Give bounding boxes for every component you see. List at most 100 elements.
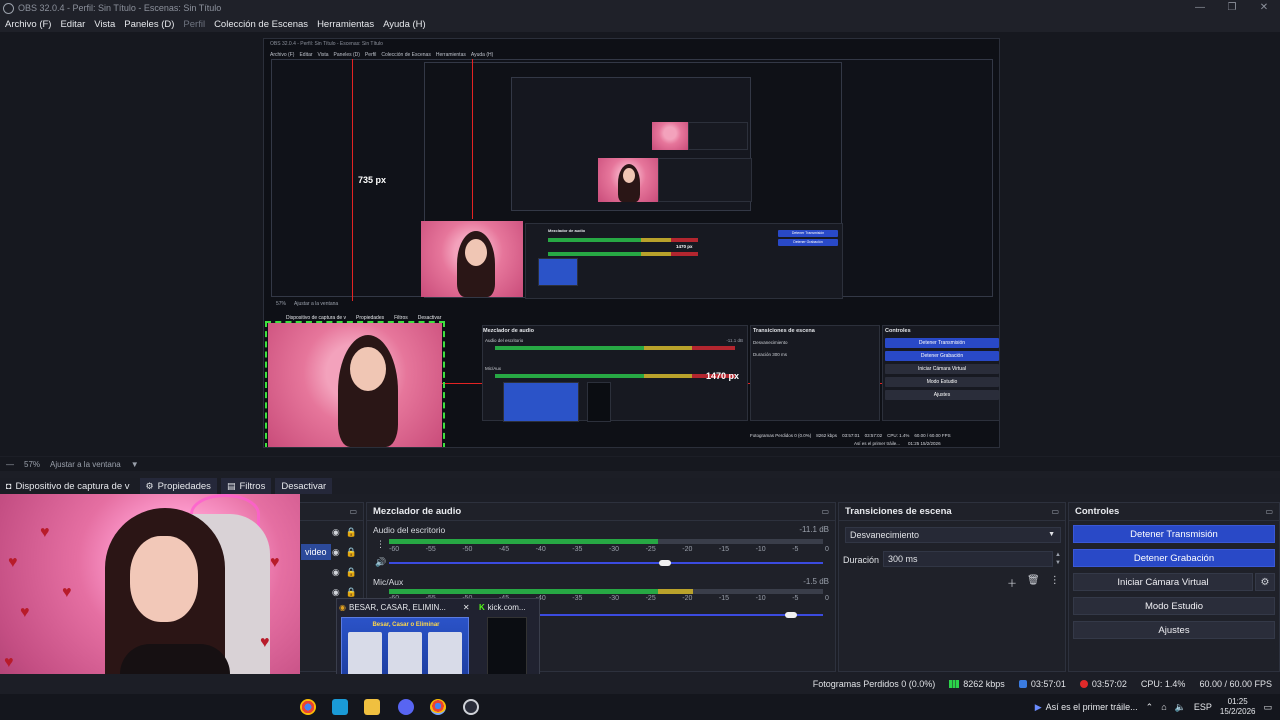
guide-line-vertical (352, 59, 353, 301)
close-icon[interactable]: ✕ (463, 603, 470, 612)
network-icon[interactable]: ⌂ (1161, 702, 1166, 712)
app-icon[interactable] (332, 699, 348, 715)
maximize-button[interactable]: ❐ (1216, 0, 1248, 16)
menu-coleccion-escenas[interactable]: Colección de Escenas (214, 19, 308, 30)
close-button[interactable]: ✕ (1248, 0, 1280, 16)
lock-icon[interactable]: 🔒 (346, 527, 357, 538)
nested-duration-label: Duración (753, 352, 772, 357)
volume-slider-desktop[interactable] (389, 562, 823, 564)
nested-fit: Ajustar a la ventana (294, 301, 339, 307)
volume-knob-mic[interactable] (785, 612, 797, 618)
volume-knob-desktop[interactable] (659, 560, 671, 566)
volume-icon[interactable]: 🔈 (1175, 702, 1186, 713)
virtual-camera-button[interactable]: Iniciar Cámara Virtual (1073, 573, 1253, 591)
menu-editar[interactable]: Editar (60, 19, 85, 30)
eye-icon[interactable]: ◉ (332, 547, 340, 558)
controls-title: Controles (1075, 506, 1120, 517)
source-chip-video[interactable]: video (301, 544, 331, 560)
scale-tick: -30 (608, 595, 620, 602)
source-row-4[interactable]: ◉ 🔒 (332, 587, 357, 598)
menu-paneles[interactable]: Paneles (D) (124, 19, 174, 30)
eye-icon[interactable]: ◉ (332, 567, 340, 578)
nested-panels-level4 (688, 122, 748, 150)
lock-icon[interactable]: 🔒 (346, 567, 357, 578)
news-widget[interactable]: ▶ Así es el primer tráile... (1035, 702, 1138, 713)
source-toolbar: ◘ Dispositivo de captura de v ⚙ Propieda… (0, 478, 1280, 494)
trash-icon[interactable]: 🗑 (1027, 575, 1040, 590)
duration-input[interactable]: 300 ms (883, 551, 1053, 567)
chevron-up-icon[interactable]: ⌃ (1146, 702, 1154, 713)
clock[interactable]: 01:25 15/2/2026 (1220, 697, 1256, 717)
nested-webcam-level4 (652, 122, 688, 150)
scale-tick: -60 (389, 546, 400, 553)
nested-mixer-title: Mezclador de audio (483, 328, 535, 334)
scale-tick: -5 (792, 546, 799, 553)
scale-tick: -45 (498, 546, 510, 553)
nested-desktop-db: -11.1 dB (726, 338, 743, 343)
properties-button[interactable]: ⚙ Propiedades (139, 478, 217, 494)
folder-icon[interactable] (364, 699, 380, 715)
preview-canvas[interactable]: OBS 32.0.4 - Perfil: Sin Título - Escena… (263, 38, 1000, 448)
px-label-735: 735 px (358, 175, 387, 185)
selected-source[interactable]: ◘ Dispositivo de captura de v (0, 478, 136, 494)
menu-herramientas[interactable]: Herramientas (317, 19, 374, 30)
stop-stream-button[interactable]: Detener Transmisión (1073, 525, 1275, 543)
menu-ayuda[interactable]: Ayuda (H) (383, 19, 426, 30)
fit-window-button[interactable]: Ajustar a la ventana (50, 460, 121, 469)
minimize-button[interactable]: — (1184, 0, 1216, 16)
language-indicator[interactable]: ESP (1194, 702, 1212, 712)
deactivate-button[interactable]: Desactivar (275, 478, 333, 494)
add-icon[interactable]: ＋ (1007, 575, 1017, 590)
undock-icon[interactable]: ▭ (349, 507, 357, 516)
undock-icon[interactable]: ▭ (821, 507, 829, 516)
undock-icon[interactable]: ▭ (1265, 507, 1273, 516)
eye-icon[interactable]: ◉ (332, 587, 340, 598)
nested-menu-item: Paneles (D) (333, 52, 360, 58)
filters-label: Filtros (239, 480, 266, 492)
chevron-down-icon[interactable]: ▼ (131, 460, 139, 469)
source-row-1[interactable]: ◉ 🔒 (332, 527, 357, 538)
nested-fps: 60.00 / 60.00 FPS (914, 433, 951, 438)
obs-icon[interactable] (463, 699, 479, 715)
chrome-alt-icon[interactable] (430, 699, 446, 715)
more-vertical-icon[interactable]: ⋮ (1050, 575, 1060, 590)
scale-tick: -25 (645, 595, 656, 602)
obs-logo-icon (3, 2, 14, 14)
transition-select[interactable]: Desvanecimiento ▼ (845, 527, 1061, 543)
selection-outline[interactable] (265, 321, 445, 447)
scale-tick: -20 (682, 546, 693, 553)
window-controls: — ❐ ✕ (1184, 0, 1280, 16)
source-row-2[interactable]: ◉ 🔒 (332, 547, 357, 558)
lock-icon[interactable]: 🔒 (346, 547, 357, 558)
source-row-3[interactable]: ◉ 🔒 (332, 567, 357, 578)
speaker-icon[interactable]: 🔊 (375, 557, 386, 568)
chrome-icon[interactable] (300, 699, 316, 715)
stop-recording-button[interactable]: Detener Grabación (1073, 549, 1275, 567)
streamer-face (130, 536, 198, 622)
discord-icon[interactable] (398, 699, 414, 715)
menu-archivo[interactable]: Archivo (F) (5, 19, 51, 30)
menu-vista[interactable]: Vista (94, 19, 115, 30)
zoom-minus-icon[interactable]: — (6, 460, 14, 469)
filters-button[interactable]: ▤ Filtros (220, 478, 272, 494)
eye-icon[interactable]: ◉ (332, 527, 340, 538)
thumb-tab-1[interactable]: ◉ BESAR, CASAR, ELIMIN... ✕ (339, 599, 470, 615)
scale-tick: -35 (572, 546, 583, 553)
undock-icon[interactable]: ▭ (1051, 507, 1059, 516)
nested-meter (548, 238, 698, 242)
more-vertical-icon[interactable]: ⋮ (376, 539, 385, 550)
scale-tick: 0 (824, 546, 829, 553)
menu-perfil[interactable]: Perfil (183, 19, 205, 30)
notification-icon[interactable]: ▭ (1263, 702, 1272, 713)
studio-mode-button[interactable]: Modo Estudio (1073, 597, 1275, 615)
channel-db-mic: -1.5 dB (803, 577, 829, 586)
lock-icon[interactable]: 🔒 (346, 587, 357, 598)
settings-button[interactable]: Ajustes (1073, 621, 1275, 639)
duration-spinner[interactable]: ▲ ▼ (1053, 551, 1063, 567)
thumb-tab-2[interactable]: K kick.com... (479, 599, 526, 615)
nested-preview-level2: Mezclador de audio Detener Transmisión D… (421, 62, 843, 299)
gear-icon[interactable]: ⚙ (1255, 573, 1275, 591)
nested-transitions-panel: Transiciones de escena Desvanecimiento D… (750, 325, 880, 421)
nested-thumbnail-l2 (538, 258, 578, 286)
title-bar: OBS 32.0.4 - Perfil: Sin Título - Escena… (0, 0, 1280, 16)
